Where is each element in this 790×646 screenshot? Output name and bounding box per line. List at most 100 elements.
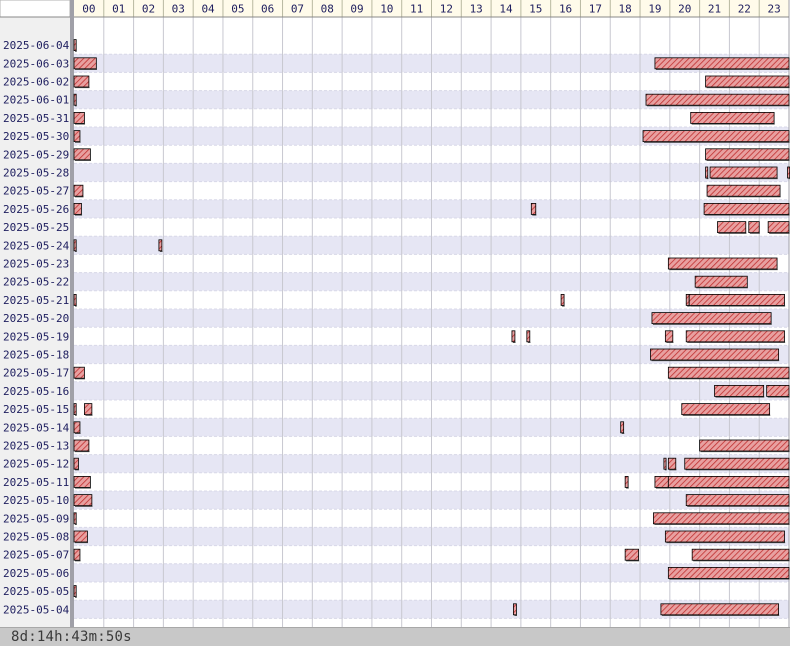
- activity-bar[interactable]: [73, 112, 85, 124]
- activity-bar[interactable]: [699, 439, 790, 452]
- activity-bar[interactable]: [706, 184, 781, 197]
- activity-bar[interactable]: [73, 130, 81, 143]
- activity-bar[interactable]: [73, 494, 93, 507]
- hour-tick-label: 09: [350, 3, 363, 16]
- hour-tick-label: 11: [410, 3, 423, 16]
- activity-bar[interactable]: [73, 293, 77, 306]
- activity-bar[interactable]: [624, 548, 639, 561]
- activity-bar[interactable]: [748, 221, 760, 234]
- activity-bar[interactable]: [660, 603, 779, 616]
- activity-bar[interactable]: [787, 166, 790, 179]
- activity-bar[interactable]: [690, 112, 775, 124]
- activity-bar[interactable]: [654, 57, 790, 70]
- date-label: 2025-05-25: [3, 221, 69, 234]
- hour-tick-label: 19: [648, 3, 661, 16]
- activity-bar[interactable]: [73, 548, 81, 561]
- date-label: 2025-05-21: [3, 294, 69, 307]
- activity-bar[interactable]: [714, 384, 765, 397]
- activity-bar[interactable]: [705, 148, 790, 161]
- activity-bar[interactable]: [73, 475, 91, 488]
- hour-tick-label: 20: [678, 3, 691, 16]
- activity-bar[interactable]: [684, 457, 790, 470]
- date-label: 2025-06-04: [3, 39, 70, 52]
- activity-bar[interactable]: [767, 221, 790, 234]
- hour-tick-label: 21: [708, 3, 721, 16]
- activity-bar[interactable]: [667, 567, 790, 579]
- hour-tick-label: 05: [231, 3, 244, 16]
- activity-bar[interactable]: [703, 202, 790, 215]
- activity-bar[interactable]: [688, 293, 785, 306]
- activity-bar[interactable]: [694, 275, 748, 288]
- activity-bar[interactable]: [73, 585, 77, 597]
- activity-bar[interactable]: [73, 184, 84, 197]
- date-label: 2025-05-29: [3, 148, 69, 161]
- activity-bar[interactable]: [664, 530, 785, 543]
- activity-bar[interactable]: [530, 202, 537, 215]
- activity-bar[interactable]: [620, 421, 625, 434]
- activity-bar[interactable]: [73, 202, 82, 215]
- activity-bar[interactable]: [663, 457, 667, 470]
- activity-bar[interactable]: [667, 257, 778, 270]
- activity-bar[interactable]: [73, 457, 79, 470]
- sleep-timeline-chart: 00 01 02 03 04 05 06 07 08 09 10 11 12 13 14 15 16 17 18 19…: [0, 0, 790, 627]
- activity-bar[interactable]: [766, 384, 790, 397]
- activity-bar[interactable]: [73, 75, 90, 88]
- activity-bar[interactable]: [667, 457, 677, 470]
- hour-tick-label: 03: [172, 3, 185, 16]
- date-label: 2025-05-19: [3, 330, 69, 343]
- activity-bar[interactable]: [73, 530, 88, 543]
- activity-bar[interactable]: [73, 57, 97, 70]
- activity-bar[interactable]: [84, 403, 93, 416]
- hour-tick-label: 22: [738, 3, 751, 16]
- date-label: 2025-05-11: [3, 476, 69, 489]
- activity-bar[interactable]: [685, 494, 790, 507]
- hour-tick-label: 01: [112, 3, 125, 16]
- activity-bar[interactable]: [667, 366, 790, 379]
- activity-bar[interactable]: [651, 312, 772, 325]
- activity-bar[interactable]: [709, 166, 778, 179]
- activity-bar[interactable]: [73, 439, 90, 452]
- activity-bar[interactable]: [691, 548, 790, 561]
- date-label: 2025-05-10: [3, 494, 69, 507]
- activity-bar[interactable]: [685, 293, 690, 306]
- total-duration-text: 8d:14h:43m:50s: [11, 629, 132, 645]
- activity-bar[interactable]: [667, 475, 790, 488]
- activity-bar[interactable]: [513, 603, 517, 616]
- activity-bar[interactable]: [717, 221, 747, 234]
- date-label: 2025-05-30: [3, 130, 69, 143]
- date-label: 2025-05-22: [3, 276, 69, 289]
- activity-bar[interactable]: [654, 475, 669, 488]
- activity-bar[interactable]: [526, 330, 531, 343]
- activity-bar[interactable]: [560, 293, 565, 306]
- date-label: 2025-05-31: [3, 112, 69, 125]
- date-label: 2025-05-07: [3, 549, 69, 562]
- activity-bar[interactable]: [73, 366, 85, 379]
- hour-tick-label: 14: [499, 3, 513, 16]
- activity-bar[interactable]: [650, 348, 779, 361]
- activity-bar[interactable]: [705, 75, 790, 88]
- hour-tick-label: 16: [559, 3, 572, 16]
- activity-bar[interactable]: [681, 403, 771, 416]
- activity-bar[interactable]: [73, 421, 81, 434]
- activity-bar[interactable]: [511, 330, 516, 343]
- activity-bar[interactable]: [73, 148, 91, 161]
- activity-bar[interactable]: [73, 512, 77, 525]
- activity-bar[interactable]: [624, 475, 629, 488]
- activity-bar[interactable]: [158, 239, 163, 252]
- activity-bar[interactable]: [705, 166, 709, 179]
- hour-tick-label: 00: [82, 3, 95, 16]
- activity-bar[interactable]: [642, 130, 790, 143]
- date-label: 2025-05-13: [3, 440, 69, 453]
- activity-bar[interactable]: [685, 330, 785, 343]
- date-label: 2025-05-05: [3, 585, 69, 598]
- activity-bar[interactable]: [73, 403, 77, 416]
- activity-bar[interactable]: [73, 39, 77, 51]
- activity-bar[interactable]: [73, 239, 77, 252]
- activity-bar[interactable]: [653, 512, 790, 525]
- activity-bar[interactable]: [645, 93, 790, 106]
- header-corner: [0, 0, 71, 18]
- hour-tick-label: 02: [142, 3, 155, 16]
- activity-bar[interactable]: [73, 93, 77, 106]
- activity-bar[interactable]: [664, 330, 674, 343]
- date-label: 2025-05-23: [3, 258, 69, 271]
